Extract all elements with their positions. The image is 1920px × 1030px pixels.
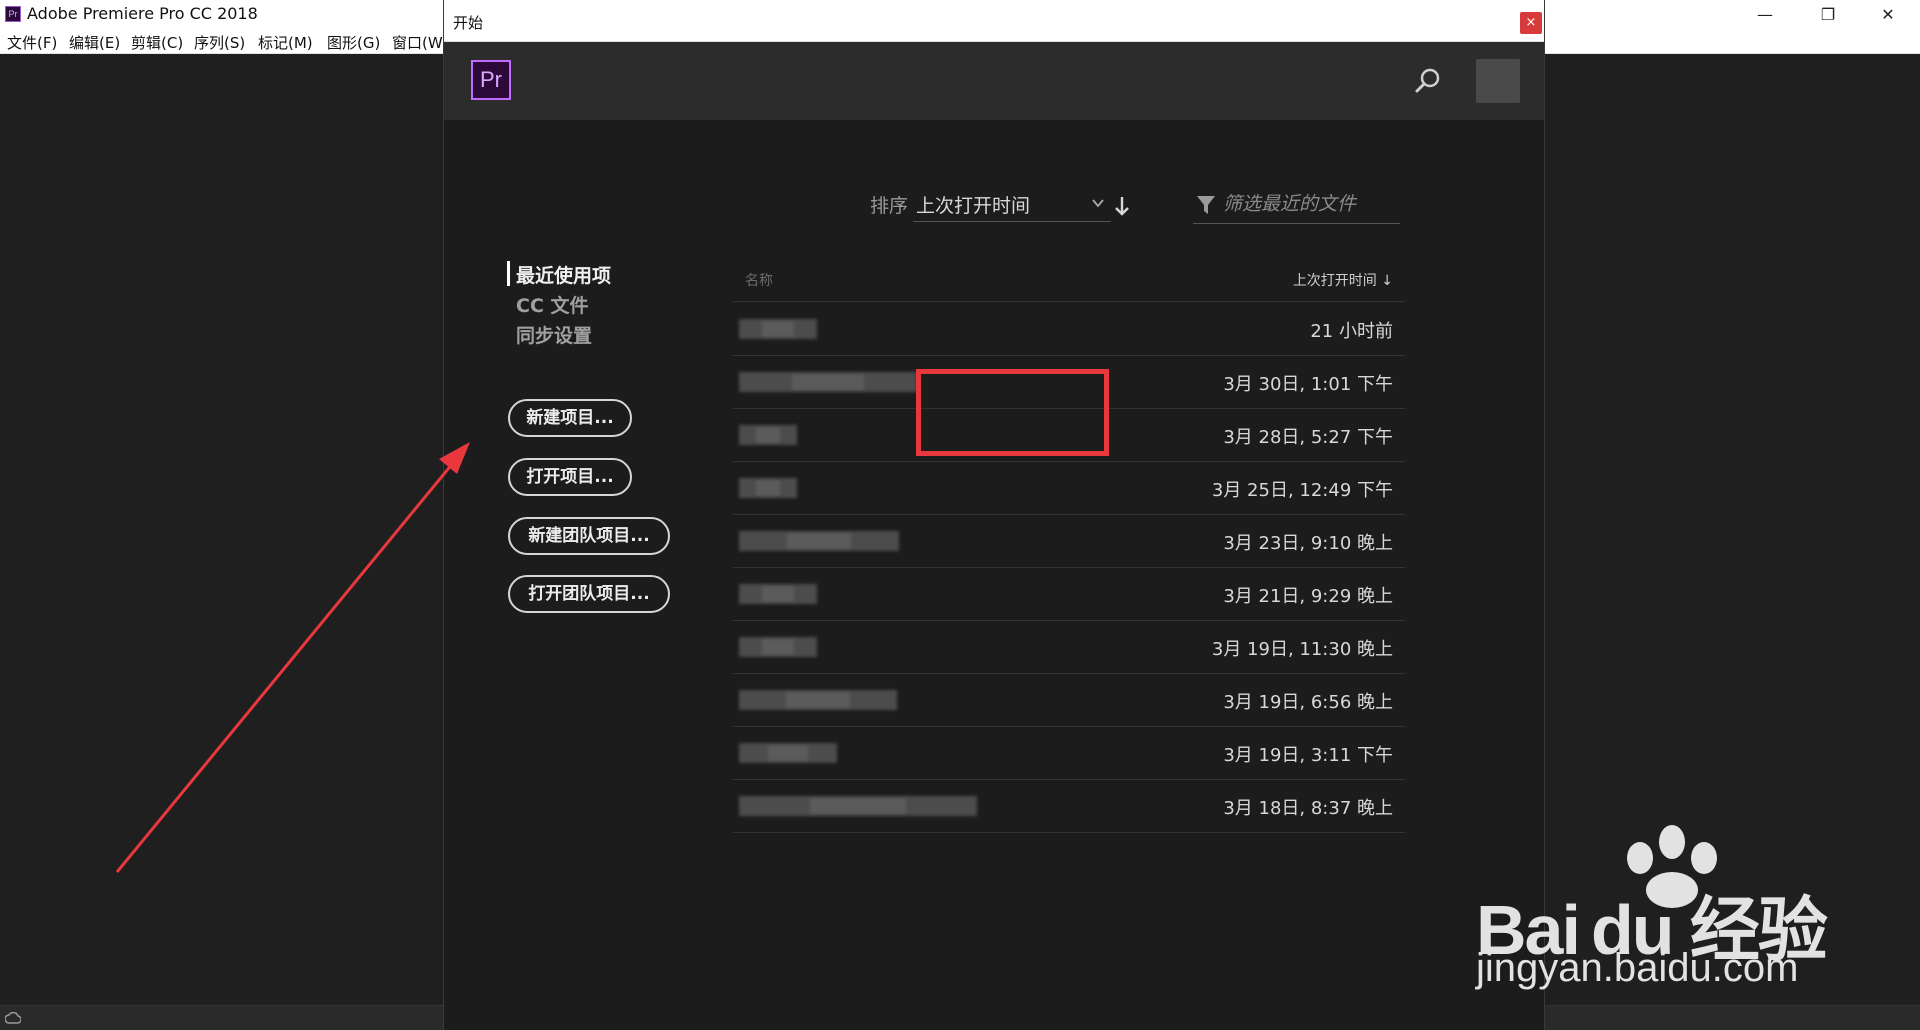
dialog-close-button[interactable]: ×: [1520, 12, 1542, 34]
creative-cloud-icon[interactable]: [5, 1011, 21, 1025]
annotation-highlight-box: [916, 369, 1109, 456]
premiere-logo-icon: Pr: [5, 6, 21, 22]
premiere-logo-icon: Pr: [471, 60, 511, 100]
table-header: 名称 上次打开时间 ↓: [733, 258, 1405, 302]
nav-active-indicator: [507, 261, 510, 286]
restore-button[interactable]: ❐: [1805, 0, 1851, 29]
blurred-file-name: [739, 478, 797, 498]
row-date: 3月 21日, 9:29 晚上: [1223, 586, 1393, 607]
column-date-header[interactable]: 上次打开时间 ↓: [1293, 270, 1393, 290]
row-date: 3月 28日, 5:27 下午: [1223, 427, 1393, 448]
app-title: Adobe Premiere Pro CC 2018: [27, 4, 258, 23]
filter-field[interactable]: [1193, 186, 1400, 224]
filter-input[interactable]: [1223, 190, 1398, 218]
row-date: 3月 18日, 8:37 晚上: [1223, 798, 1393, 819]
watermark-url: jingyan.baidu.com: [1476, 946, 1799, 990]
menu-graphics[interactable]: 图形(G): [327, 32, 380, 53]
column-name-header[interactable]: 名称: [745, 270, 773, 290]
table-row[interactable]: 3月 19日, 11:30 晚上: [733, 621, 1405, 674]
blurred-file-name: [739, 690, 897, 710]
chevron-down-icon: [1092, 199, 1104, 208]
dialog-header: Pr: [444, 42, 1544, 120]
row-date: 3月 23日, 9:10 晚上: [1223, 533, 1393, 554]
close-window-button[interactable]: ✕: [1865, 0, 1911, 29]
row-date: 3月 19日, 3:11 下午: [1223, 745, 1393, 766]
nav-sync-settings[interactable]: 同步设置: [516, 321, 592, 348]
menu-file[interactable]: 文件(F): [7, 32, 57, 53]
menu-clip[interactable]: 剪辑(C): [131, 32, 183, 53]
nav-recent[interactable]: 最近使用项: [516, 261, 611, 288]
new-team-project-button[interactable]: 新建团队项目...: [508, 517, 670, 555]
sort-dropdown[interactable]: 上次打开时间: [913, 186, 1111, 222]
menu-edit[interactable]: 编辑(E): [69, 32, 120, 53]
menu-window[interactable]: 窗口(W): [392, 32, 449, 53]
open-team-project-button[interactable]: 打开团队项目...: [508, 575, 670, 613]
table-row[interactable]: 3月 18日, 8:37 晚上: [733, 780, 1405, 833]
menu-markers[interactable]: 标记(M): [258, 32, 313, 53]
blurred-file-name: [739, 637, 817, 657]
sort-direction-arrow-icon[interactable]: [1111, 194, 1133, 218]
row-date: 3月 30日, 1:01 下午: [1223, 374, 1393, 395]
table-row[interactable]: 3月 23日, 9:10 晚上: [733, 515, 1405, 568]
sort-value: 上次打开时间: [916, 195, 1031, 217]
blurred-file-name: [739, 372, 917, 392]
minimize-button[interactable]: —: [1742, 0, 1788, 29]
table-row[interactable]: 3月 19日, 6:56 晚上: [733, 674, 1405, 727]
avatar[interactable]: [1476, 59, 1520, 103]
search-icon[interactable]: [1413, 66, 1443, 96]
nav-cc-files[interactable]: CC 文件: [516, 291, 589, 318]
row-date: 3月 19日, 11:30 晚上: [1211, 639, 1393, 660]
filter-funnel-icon: [1197, 196, 1215, 214]
table-row[interactable]: 3月 21日, 9:29 晚上: [733, 568, 1405, 621]
start-dialog: 开始 × Pr 排序 上次打开时间 最近使用项 CC 文件 同步设置 新建项目.…: [443, 0, 1545, 1030]
sort-label: 排序: [870, 195, 909, 217]
baidu-watermark: Bai du 经验 jingyan.baidu.com: [1460, 820, 1830, 1000]
row-date: 21 小时前: [1310, 321, 1393, 342]
dialog-titlebar: 开始 ×: [444, 0, 1544, 42]
blurred-file-name: [739, 743, 837, 763]
row-date: 3月 19日, 6:56 晚上: [1223, 692, 1393, 713]
blurred-file-name: [739, 319, 817, 339]
menu-sequence[interactable]: 序列(S): [194, 32, 245, 53]
open-project-button[interactable]: 打开项目...: [508, 458, 632, 496]
new-project-button[interactable]: 新建项目...: [508, 399, 632, 437]
dialog-title: 开始: [453, 14, 484, 32]
blurred-file-name: [739, 796, 977, 816]
table-row[interactable]: 3月 19日, 3:11 下午: [733, 727, 1405, 780]
table-row[interactable]: 3月 25日, 12:49 下午: [733, 462, 1405, 515]
row-date: 3月 25日, 12:49 下午: [1211, 480, 1393, 501]
blurred-file-name: [739, 531, 899, 551]
table-row[interactable]: 21 小时前: [733, 303, 1405, 356]
blurred-file-name: [739, 425, 797, 445]
blurred-file-name: [739, 584, 817, 604]
